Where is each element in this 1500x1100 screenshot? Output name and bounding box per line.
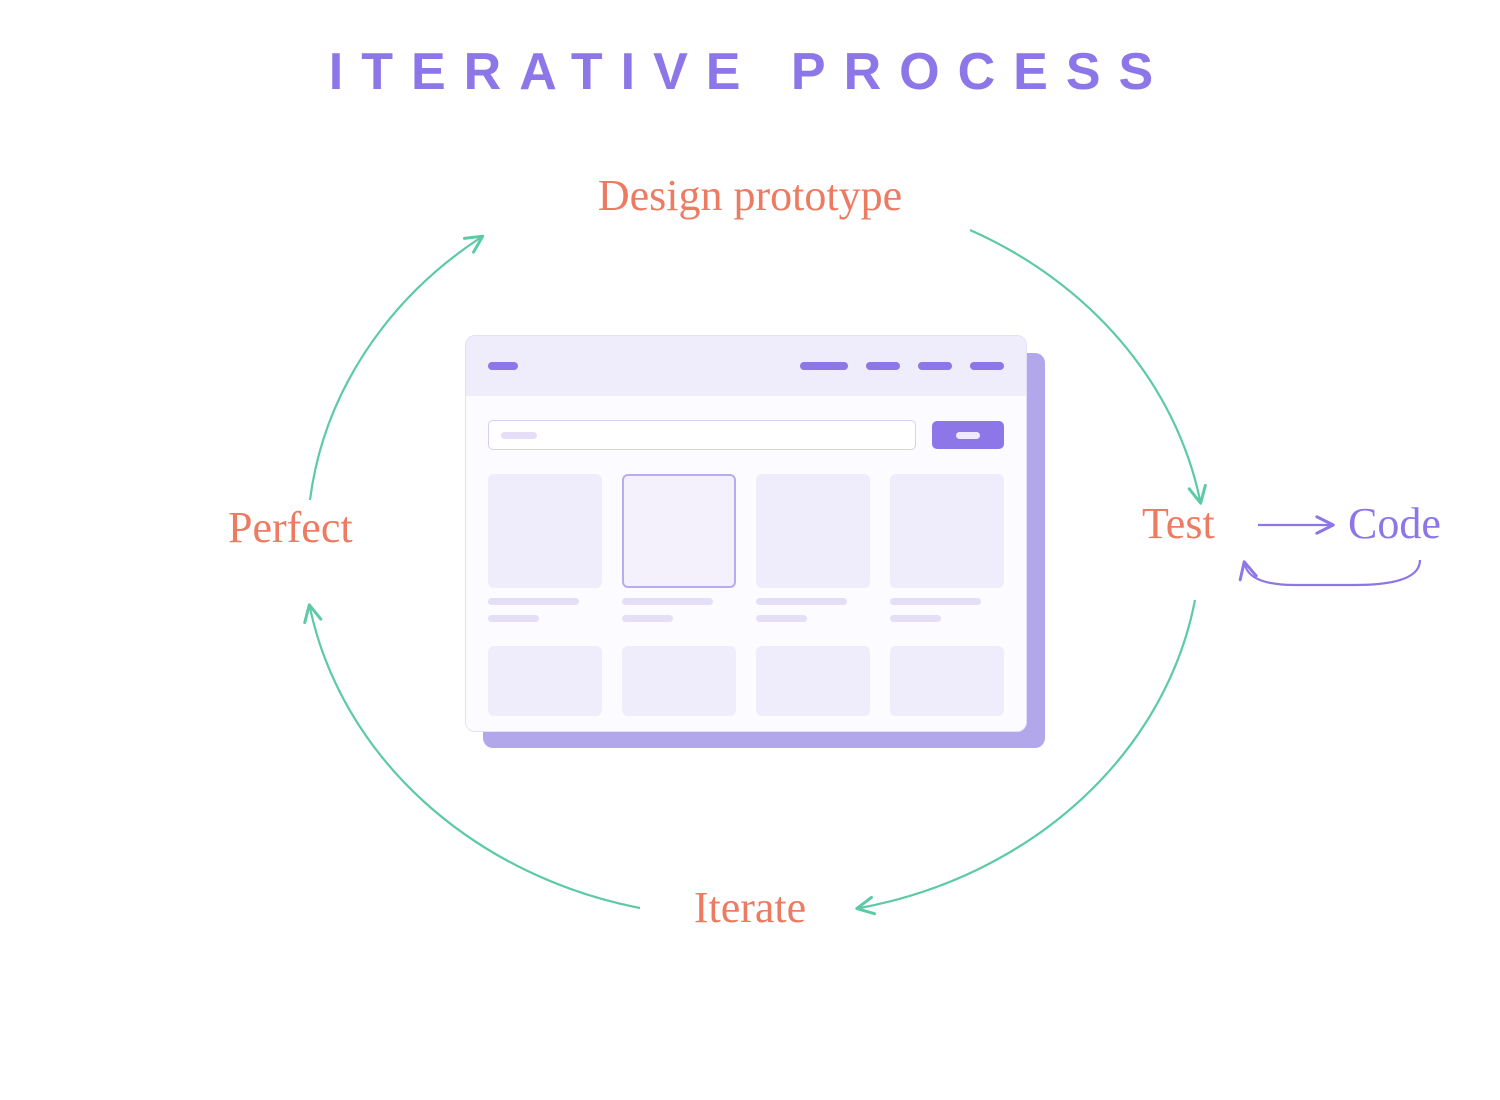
arc-perfect-to-design (310, 238, 480, 500)
mockup-card (756, 474, 870, 622)
mockup-thumb (622, 646, 736, 716)
wireframe-mockup (465, 335, 1035, 735)
step-iterate: Iterate (0, 882, 1500, 933)
mockup-thumb (488, 646, 602, 716)
mockup-nav (800, 362, 1004, 370)
mockup-card (890, 474, 1004, 622)
mockup-nav-item (800, 362, 848, 370)
step-test: Test (1142, 498, 1215, 549)
mockup-window (465, 335, 1027, 732)
step-perfect: Perfect (228, 502, 353, 553)
diagram-stage: ITERATIVE PROCESS Design prototype Test … (0, 0, 1500, 1100)
mockup-thumb (890, 646, 1004, 716)
mockup-nav-item (970, 362, 1004, 370)
step-design: Design prototype (0, 170, 1500, 221)
arrow-code-to-test (1245, 560, 1420, 585)
mockup-thumb (756, 646, 870, 716)
mockup-search-button (932, 421, 1004, 449)
mockup-nav-item (866, 362, 900, 370)
mockup-card (488, 474, 602, 622)
mockup-nav-item (918, 362, 952, 370)
mockup-search-row (466, 396, 1026, 450)
mockup-search-input (488, 420, 916, 450)
mockup-card-grid (466, 450, 1026, 622)
mockup-logo (488, 362, 518, 370)
step-code: Code (1348, 498, 1441, 549)
page-title: ITERATIVE PROCESS (0, 42, 1500, 102)
mockup-card-grid-2 (466, 622, 1026, 716)
mockup-card-selected (622, 474, 736, 622)
mockup-header (466, 336, 1026, 396)
